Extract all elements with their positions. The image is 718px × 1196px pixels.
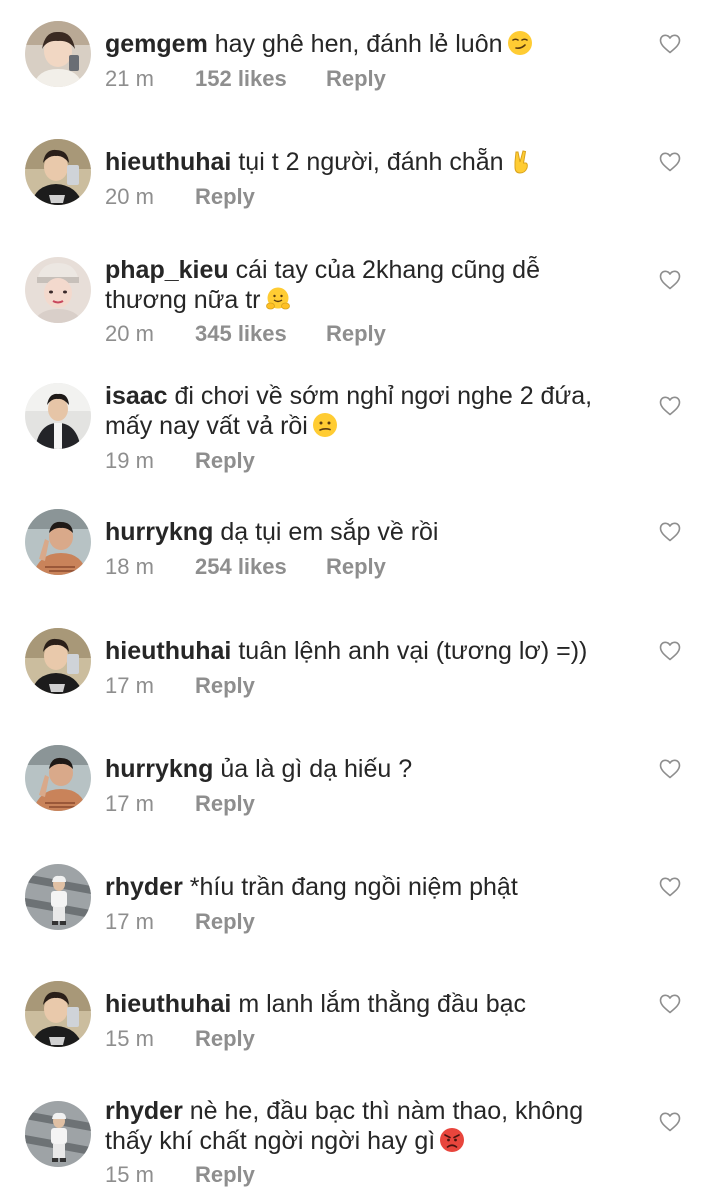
- reply-button[interactable]: Reply: [195, 909, 255, 935]
- comment-item: gemgem hay ghê hen, đánh lẻ luôn 21 m 152…: [0, 0, 718, 118]
- comment-text: hay ghê hen, đánh lẻ luôn: [214, 30, 503, 58]
- avatar[interactable]: [25, 864, 91, 930]
- timestamp: 21 m: [105, 66, 154, 91]
- avatar[interactable]: [25, 257, 91, 323]
- heart-outline-icon[interactable]: [658, 32, 682, 56]
- hugging-face-emoji: [265, 286, 291, 312]
- username[interactable]: rhyder: [105, 873, 183, 901]
- reply-button[interactable]: Reply: [195, 184, 255, 210]
- username[interactable]: hieuthuhai: [105, 990, 231, 1018]
- timestamp: 17 m: [105, 909, 154, 934]
- angry-face-emoji: [439, 1127, 465, 1153]
- comment-body: phap_kieu cái tay của 2khang cũng dễ thư…: [105, 255, 575, 315]
- avatar[interactable]: [25, 509, 91, 575]
- reply-button[interactable]: Reply: [195, 673, 255, 699]
- comment-item: rhyder nè he, đầu bạc thì nàm thao, khôn…: [0, 1080, 718, 1196]
- comment-text: ủa là gì dạ hiếu ?: [220, 755, 413, 783]
- username[interactable]: hieuthuhai: [105, 637, 231, 665]
- username[interactable]: gemgem: [105, 30, 208, 58]
- comment-meta: 15 m Reply: [105, 1162, 255, 1188]
- comment-item: isaac đi chơi về sớm nghỉ ngơi nghe 2 đứ…: [0, 362, 718, 490]
- heart-outline-icon[interactable]: [658, 394, 682, 418]
- comment-meta: 17 m Reply: [105, 791, 255, 817]
- timestamp: 17 m: [105, 673, 154, 698]
- avatar[interactable]: [25, 745, 91, 811]
- timestamp: 18 m: [105, 554, 154, 579]
- comment-meta: 17 m Reply: [105, 909, 255, 935]
- heart-outline-icon[interactable]: [658, 992, 682, 1016]
- comment-text: đi chơi về sớm nghỉ ngơi nghe 2 đứa, mấy…: [105, 382, 593, 440]
- avatar[interactable]: [25, 628, 91, 694]
- comment-body: rhyder nè he, đầu bạc thì nàm thao, khôn…: [105, 1096, 635, 1156]
- username[interactable]: hurrykng: [105, 518, 213, 546]
- comment-text: tuân lệnh anh vại (tương lơ) =)): [238, 637, 588, 665]
- comment-meta: 18 m 254 likes Reply: [105, 554, 386, 580]
- timestamp: 20 m: [105, 184, 154, 209]
- comment-item: hieuthuhai tuân lệnh anh vại (tương lơ) …: [0, 608, 718, 726]
- comment-meta: 17 m Reply: [105, 673, 255, 699]
- username[interactable]: rhyder: [105, 1097, 183, 1125]
- username[interactable]: hieuthuhai: [105, 148, 231, 176]
- avatar[interactable]: [25, 981, 91, 1047]
- username[interactable]: isaac: [105, 382, 168, 410]
- comment-body: hieuthuhai tụi t 2 người, đánh chẵn: [105, 147, 635, 177]
- confused-face-emoji: [312, 412, 338, 438]
- heart-outline-icon[interactable]: [658, 757, 682, 781]
- heart-outline-icon[interactable]: [658, 150, 682, 174]
- reply-button[interactable]: Reply: [195, 1162, 255, 1188]
- username[interactable]: phap_kieu: [105, 256, 229, 284]
- reply-button[interactable]: Reply: [326, 554, 386, 580]
- comment-meta: 21 m 152 likes Reply: [105, 66, 386, 92]
- timestamp: 15 m: [105, 1026, 154, 1051]
- likes-count[interactable]: 345 likes: [195, 321, 326, 347]
- likes-count[interactable]: 152 likes: [195, 66, 326, 92]
- comment-item: rhyder *híu trần đang ngồi niệm phật 17 …: [0, 844, 718, 962]
- comment-body: gemgem hay ghê hen, đánh lẻ luôn: [105, 29, 635, 59]
- smirk-emoji: [507, 30, 533, 56]
- timestamp: 19 m: [105, 448, 154, 473]
- avatar[interactable]: [25, 139, 91, 205]
- timestamp: 15 m: [105, 1162, 154, 1187]
- timestamp: 20 m: [105, 321, 154, 346]
- comment-body: hurrykng dạ tụi em sắp về rồi: [105, 517, 635, 547]
- heart-outline-icon[interactable]: [658, 520, 682, 544]
- comment-body: hieuthuhai m lanh lắm thằng đầu bạc: [105, 989, 635, 1019]
- comment-body: rhyder *híu trần đang ngồi niệm phật: [105, 872, 635, 902]
- comment-text: tụi t 2 người, đánh chẵn: [238, 148, 504, 176]
- comment-body: isaac đi chơi về sớm nghỉ ngơi nghe 2 đứ…: [105, 381, 635, 441]
- username[interactable]: hurrykng: [105, 755, 213, 783]
- reply-button[interactable]: Reply: [195, 791, 255, 817]
- comment-item: hurrykng ủa là gì dạ hiếu ? 17 m Reply: [0, 726, 718, 844]
- heart-outline-icon[interactable]: [658, 1110, 682, 1134]
- heart-outline-icon[interactable]: [658, 639, 682, 663]
- comment-meta: 15 m Reply: [105, 1026, 255, 1052]
- comment-item: phap_kieu cái tay của 2khang cũng dễ thư…: [0, 236, 718, 362]
- victory-hand-emoji: [508, 148, 534, 174]
- comment-item: hurrykng dạ tụi em sắp về rồi 18 m 254 li…: [0, 490, 718, 608]
- comment-item: hieuthuhai m lanh lắm thằng đầu bạc 15 m…: [0, 962, 718, 1080]
- comment-meta: 20 m 345 likes Reply: [105, 321, 386, 347]
- comment-meta: 19 m Reply: [105, 448, 255, 474]
- timestamp: 17 m: [105, 791, 154, 816]
- comment-item: hieuthuhai tụi t 2 người, đánh chẵn 20 m…: [0, 118, 718, 236]
- comment-text: dạ tụi em sắp về rồi: [220, 518, 439, 546]
- avatar[interactable]: [25, 383, 91, 449]
- likes-count[interactable]: 254 likes: [195, 554, 326, 580]
- comment-text: *híu trần đang ngồi niệm phật: [189, 873, 518, 901]
- comment-body: hurrykng ủa là gì dạ hiếu ?: [105, 754, 635, 784]
- reply-button[interactable]: Reply: [195, 1026, 255, 1052]
- heart-outline-icon[interactable]: [658, 875, 682, 899]
- comment-body: hieuthuhai tuân lệnh anh vại (tương lơ) …: [105, 636, 635, 666]
- comment-meta: 20 m Reply: [105, 184, 255, 210]
- comment-text: m lanh lắm thằng đầu bạc: [238, 990, 527, 1018]
- reply-button[interactable]: Reply: [195, 448, 255, 474]
- reply-button[interactable]: Reply: [326, 66, 386, 92]
- avatar[interactable]: [25, 21, 91, 87]
- reply-button[interactable]: Reply: [326, 321, 386, 347]
- heart-outline-icon[interactable]: [658, 268, 682, 292]
- avatar[interactable]: [25, 1101, 91, 1167]
